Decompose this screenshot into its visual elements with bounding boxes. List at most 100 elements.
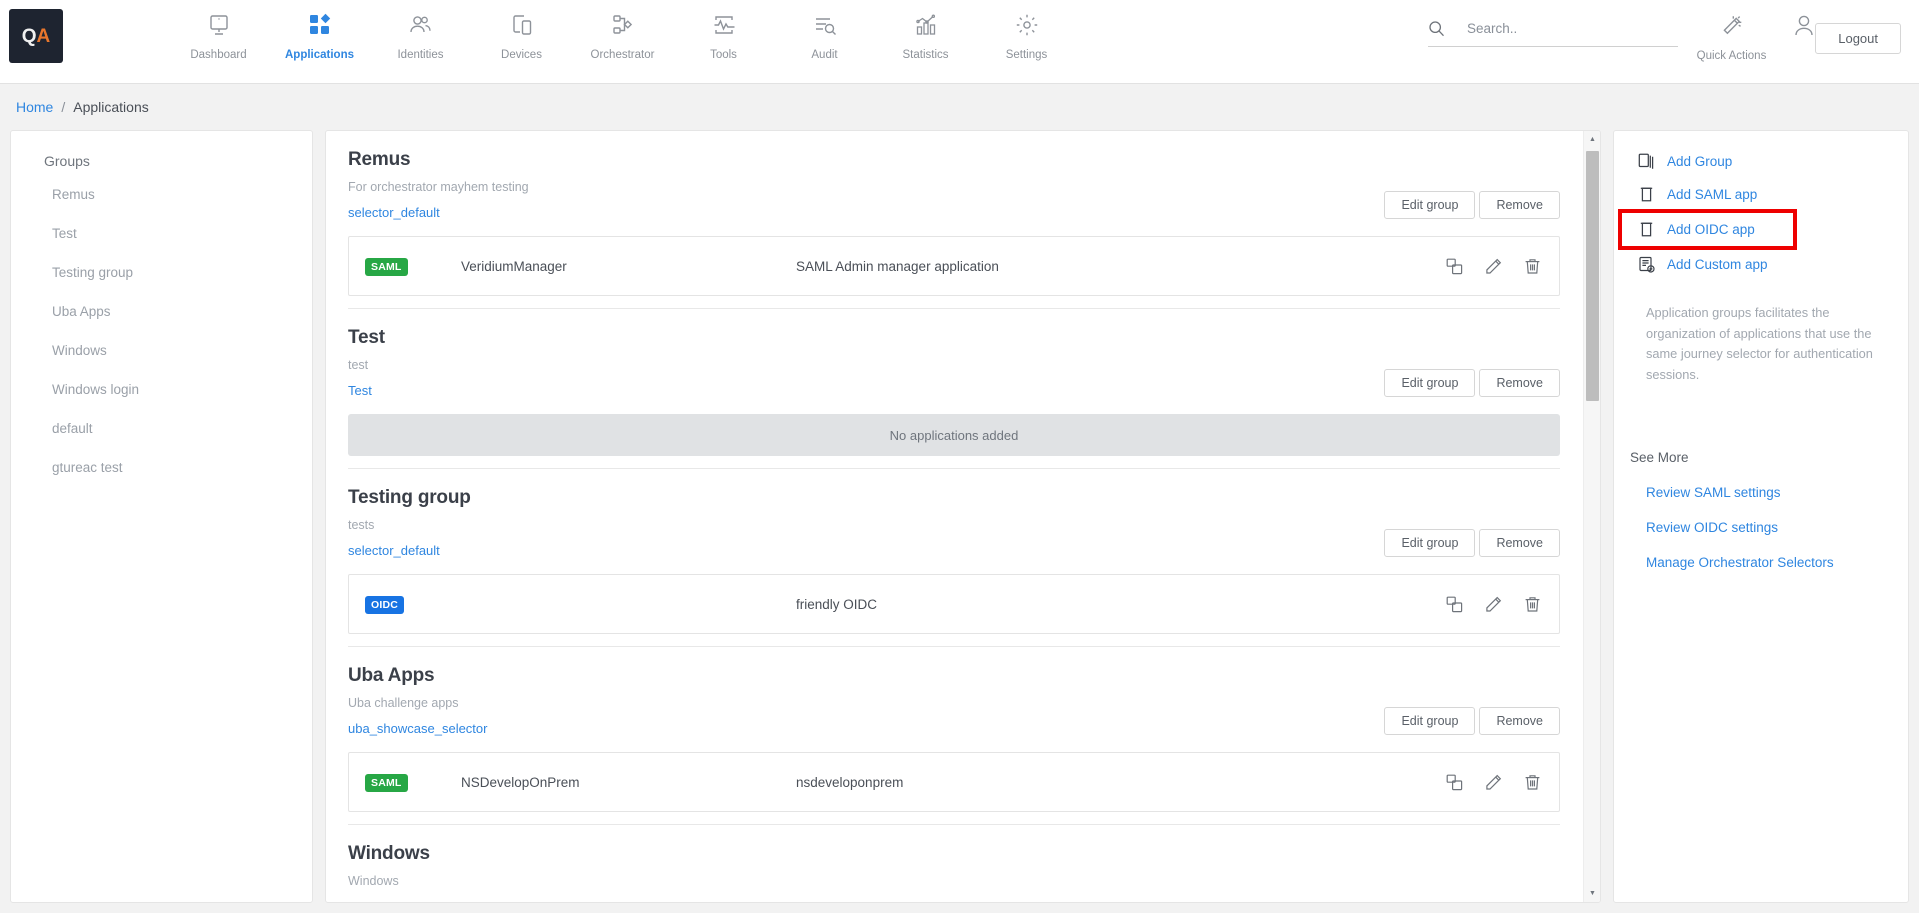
pencil-icon[interactable] <box>1485 596 1502 613</box>
group-description: Windows <box>348 874 1560 888</box>
copy-stack-icon <box>1638 153 1655 170</box>
app-type-badge: SAML <box>365 258 408 276</box>
trash-icon[interactable] <box>1524 258 1541 275</box>
nav-item-applications[interactable]: Applications <box>269 8 370 61</box>
sidebar-group-item[interactable]: Testing group <box>11 253 312 292</box>
app-type-cell: OIDC <box>365 595 461 613</box>
nav-item-settings[interactable]: Settings <box>976 8 1077 61</box>
nav-item-identities[interactable]: Identities <box>370 8 471 61</box>
group-name: Windows <box>348 843 1560 865</box>
see-more-link[interactable]: Manage Orchestrator Selectors <box>1646 555 1908 570</box>
edit-group-button[interactable]: Edit group <box>1384 707 1475 735</box>
nav-item-audit[interactable]: Audit <box>774 8 875 61</box>
search-icon <box>1428 20 1445 37</box>
sidebar-group-item[interactable]: Remus <box>11 175 312 214</box>
app-type-cell: SAML <box>365 257 461 275</box>
gear-icon <box>1010 8 1044 42</box>
quick-actions-label: Quick Actions <box>1697 50 1767 62</box>
group-header: TesttestTestEdit groupRemove <box>348 327 1560 400</box>
actions-note: Application groups facilitates the organ… <box>1646 303 1880 386</box>
remove-group-button[interactable]: Remove <box>1479 369 1560 397</box>
nav-item-tools[interactable]: Tools <box>673 8 774 61</box>
applications-scroll-area: RemusFor orchestrator mayhem testingsele… <box>326 131 1582 902</box>
action-add-saml-app[interactable]: Add SAML app <box>1614 178 1908 211</box>
applications-table: OIDCfriendly OIDC <box>348 574 1560 634</box>
actions-sidebar: Add GroupAdd SAML appAdd OIDC appAdd Cus… <box>1613 130 1909 903</box>
app-name-cell: VeridiumManager <box>461 259 796 274</box>
scroll-up-arrow[interactable]: ▲ <box>1584 131 1601 148</box>
app-type-badge: SAML <box>365 774 408 792</box>
application-row[interactable]: SAMLVeridiumManagerSAML Admin manager ap… <box>349 237 1559 295</box>
breadcrumb: Home / Applications <box>0 84 1919 130</box>
duplicate-icon[interactable] <box>1446 774 1463 791</box>
document-icon <box>1638 186 1655 203</box>
group-header: Windows Windows <box>348 843 1560 888</box>
sidebar-group-item[interactable]: default <box>11 409 312 448</box>
group-description: test <box>348 358 1560 372</box>
see-more-link[interactable]: Review SAML settings <box>1646 485 1908 500</box>
applications-table: SAML NSDevelopOnPremnsdeveloponprem <box>348 752 1560 812</box>
nav-label-audit: Audit <box>811 49 837 61</box>
see-more-link[interactable]: Review OIDC settings <box>1646 520 1908 535</box>
monitor-icon <box>202 8 236 42</box>
scrollbar-thumb[interactable] <box>1586 151 1599 401</box>
applications-table: SAMLVeridiumManagerSAML Admin manager ap… <box>348 236 1560 296</box>
app-row-actions <box>1446 774 1541 791</box>
duplicate-icon[interactable] <box>1446 596 1463 613</box>
nav-item-devices[interactable]: Devices <box>471 8 572 61</box>
search-input[interactable] <box>1467 21 1652 36</box>
breadcrumb-current: Applications <box>73 99 149 115</box>
group-header: RemusFor orchestrator mayhem testingsele… <box>348 149 1560 222</box>
group-selector-link[interactable]: selector_default <box>348 543 440 558</box>
quick-actions-button[interactable]: Quick Actions <box>1681 9 1782 62</box>
nav-label-dashboard: Dashboard <box>190 49 246 61</box>
logo-letter-a: A <box>37 26 51 47</box>
group-selector-link[interactable]: selector_default <box>348 205 440 220</box>
breadcrumb-home[interactable]: Home <box>16 99 53 115</box>
sidebar-group-item[interactable]: gtureac test <box>11 448 312 487</box>
app-row-actions <box>1446 596 1541 613</box>
action-add-custom-app[interactable]: Add Custom app <box>1614 248 1908 281</box>
scroll-down-arrow[interactable]: ▼ <box>1584 885 1601 902</box>
groups-sidebar-list: RemusTestTesting groupUba AppsWindowsWin… <box>11 175 312 487</box>
action-add-oidc-app[interactable]: Add OIDC app <box>1622 213 1793 246</box>
nav-label-identities: Identities <box>397 49 443 61</box>
group-actions: Edit groupRemove <box>1384 529 1560 557</box>
trash-icon[interactable] <box>1524 596 1541 613</box>
nav-item-dashboard[interactable]: Dashboard <box>168 8 269 61</box>
vertical-scrollbar[interactable]: ▲ ▼ <box>1583 131 1600 902</box>
sidebar-group-item[interactable]: Windows login <box>11 370 312 409</box>
audit-search-icon <box>808 8 842 42</box>
group-selector-link[interactable]: Test <box>348 383 372 398</box>
nav-item-statistics[interactable]: Statistics <box>875 8 976 61</box>
group-selector-link[interactable]: uba_showcase_selector <box>348 721 487 736</box>
logo-text: QA <box>22 27 51 46</box>
duplicate-icon[interactable] <box>1446 258 1463 275</box>
application-row[interactable]: OIDCfriendly OIDC <box>349 575 1559 633</box>
action-add-group[interactable]: Add Group <box>1614 145 1908 178</box>
edit-group-button[interactable]: Edit group <box>1384 369 1475 397</box>
app-logo[interactable]: QA <box>9 9 63 63</box>
app-description-cell: nsdeveloponprem <box>796 775 1446 790</box>
remove-group-button[interactable]: Remove <box>1479 529 1560 557</box>
groups-sidebar: Groups RemusTestTesting groupUba AppsWin… <box>10 130 313 903</box>
edit-group-button[interactable]: Edit group <box>1384 529 1475 557</box>
sidebar-group-item[interactable]: Uba Apps <box>11 292 312 331</box>
group-name: Uba Apps <box>348 665 1560 687</box>
edit-group-button[interactable]: Edit group <box>1384 191 1475 219</box>
logout-button[interactable]: Logout <box>1815 23 1901 54</box>
pencil-icon[interactable] <box>1485 258 1502 275</box>
search-box[interactable] <box>1428 20 1678 47</box>
nav-item-orchestrator[interactable]: Orchestrator <box>572 8 673 61</box>
top-navigation-bar: QA Dashboard Applications <box>0 0 1919 84</box>
application-group: Uba AppsUba challenge appsuba_showcase_s… <box>348 646 1560 812</box>
sidebar-group-item[interactable]: Test <box>11 214 312 253</box>
trash-icon[interactable] <box>1524 774 1541 791</box>
nav-label-orchestrator: Orchestrator <box>591 49 655 61</box>
pencil-icon[interactable] <box>1485 774 1502 791</box>
remove-group-button[interactable]: Remove <box>1479 707 1560 735</box>
remove-group-button[interactable]: Remove <box>1479 191 1560 219</box>
app-name-cell: NSDevelopOnPrem <box>461 775 796 790</box>
application-row[interactable]: SAML NSDevelopOnPremnsdeveloponprem <box>349 753 1559 811</box>
sidebar-group-item[interactable]: Windows <box>11 331 312 370</box>
